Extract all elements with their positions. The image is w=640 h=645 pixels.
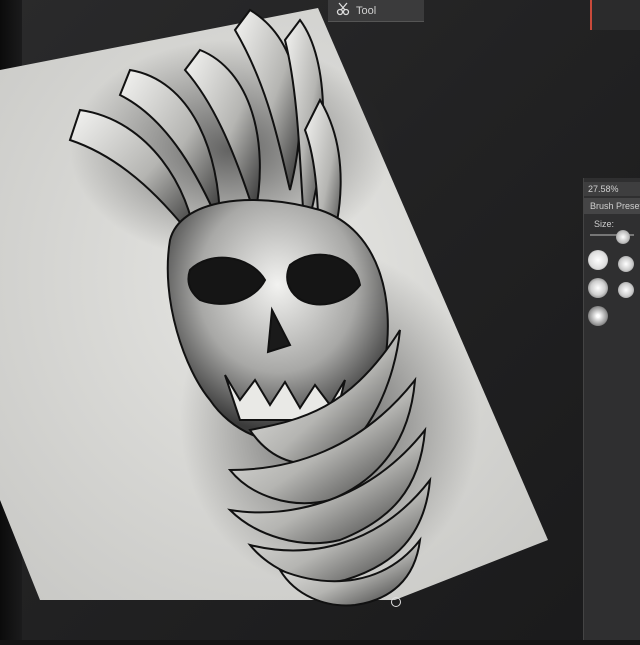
brush-panel[interactable]: 27.58% Brush Presets Size: [583,178,640,640]
brush-preset-5[interactable] [618,256,634,272]
scissors-icon [336,2,350,19]
skull-artwork-canvas[interactable] [0,0,640,640]
size-label: Size: [594,219,615,229]
brush-preset-2[interactable] [588,278,608,298]
brush-preset-4[interactable] [616,230,630,244]
brush-preset-3[interactable] [588,306,608,326]
tool-options-tab[interactable]: Tool [328,0,424,22]
brush-preset-6[interactable] [618,282,634,298]
brush-cursor-icon [391,597,401,607]
toolbar-label: Tool [356,4,377,17]
window-corner [590,0,640,30]
canvas-area[interactable] [0,0,640,640]
brush-preset-1[interactable] [588,250,608,270]
zoom-level[interactable]: 27.58% [584,182,640,196]
brush-presets-tab[interactable]: Brush Presets [584,198,640,214]
